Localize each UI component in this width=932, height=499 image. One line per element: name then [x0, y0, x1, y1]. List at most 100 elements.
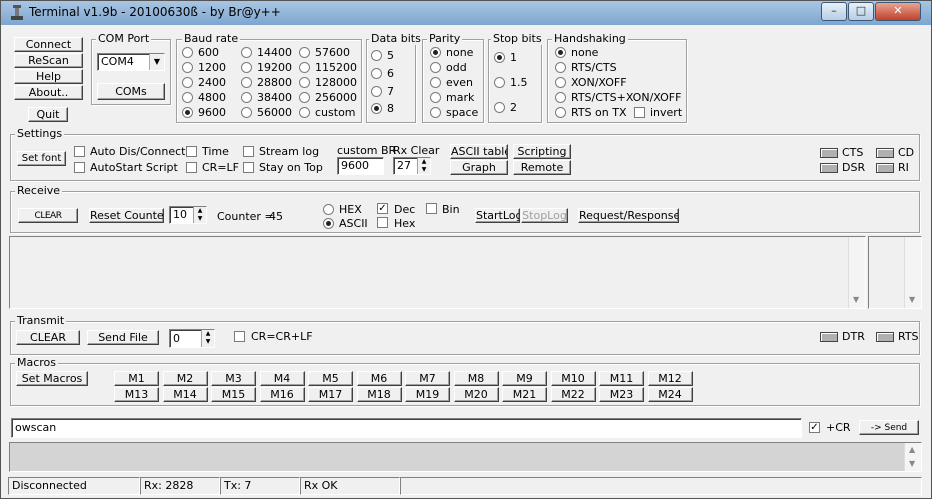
- close-button[interactable]: ✕: [875, 2, 921, 21]
- handshaking-radio-xon-xoff[interactable]: [555, 77, 566, 88]
- baud-rate-radio-115200[interactable]: [299, 62, 310, 73]
- handshaking-radio-none[interactable]: [555, 47, 566, 58]
- graph-button[interactable]: Graph: [450, 160, 508, 175]
- remote-button[interactable]: Remote: [513, 160, 571, 175]
- scroll-up-icon[interactable]: ▲: [909, 445, 915, 454]
- stop-bits-radio-2[interactable]: [494, 102, 505, 113]
- parity-radio-space[interactable]: [430, 107, 441, 118]
- macro-button-m2[interactable]: M2: [162, 371, 208, 386]
- macro-button-m17[interactable]: M17: [308, 387, 353, 402]
- receive-clear-button[interactable]: CLEAR: [18, 208, 78, 223]
- hex-radio[interactable]: [323, 204, 334, 215]
- data-bits-radio-6[interactable]: [371, 68, 382, 79]
- baud-rate-radio-19200[interactable]: [241, 62, 252, 73]
- parity-radio-even[interactable]: [430, 77, 441, 88]
- maximize-button[interactable]: □: [848, 2, 874, 21]
- transmit-input[interactable]: owscan: [11, 418, 802, 438]
- set-macros-button[interactable]: Set Macros: [16, 371, 88, 386]
- macro-button-m19[interactable]: M19: [405, 387, 450, 402]
- auto-dis-connect-checkbox[interactable]: [74, 146, 85, 157]
- macro-button-m16[interactable]: M16: [259, 387, 305, 402]
- bin-checkbox[interactable]: [426, 203, 437, 214]
- macro-button-m7[interactable]: M7: [405, 371, 450, 386]
- macro-button-m12[interactable]: M12: [647, 371, 693, 386]
- stop-bits-radio-1[interactable]: [494, 52, 505, 63]
- receive-side-display[interactable]: ▼: [868, 236, 922, 309]
- macro-button-m22[interactable]: M22: [550, 387, 596, 402]
- macro-button-m4[interactable]: M4: [259, 371, 305, 386]
- time-checkbox[interactable]: [186, 146, 197, 157]
- handshaking-radio-rts-cts[interactable]: [555, 62, 566, 73]
- baud-rate-radio-600[interactable]: [182, 47, 193, 58]
- baud-rate-radio-14400[interactable]: [241, 47, 252, 58]
- connect-button[interactable]: Connect: [14, 37, 83, 52]
- transmit-spinner[interactable]: ▲ ▼: [201, 330, 214, 347]
- baud-rate-radio-9600[interactable]: [182, 107, 193, 118]
- macro-button-m6[interactable]: M6: [356, 371, 402, 386]
- counter-spin-input[interactable]: 10 ▲ ▼: [169, 206, 207, 224]
- macro-button-m1[interactable]: M1: [114, 371, 159, 386]
- handshaking-radio-rts-on-tx[interactable]: [555, 107, 566, 118]
- baud-rate-radio-1200[interactable]: [182, 62, 193, 73]
- baud-rate-radio-57600[interactable]: [299, 47, 310, 58]
- macro-button-m14[interactable]: M14: [162, 387, 208, 402]
- rx-clear-spinner[interactable]: ▲ ▼: [417, 158, 430, 174]
- invert-checkbox[interactable]: [634, 107, 645, 118]
- parity-radio-mark[interactable]: [430, 92, 441, 103]
- macro-button-m3[interactable]: M3: [211, 371, 256, 386]
- hex-checkbox[interactable]: [377, 217, 388, 228]
- baud-rate-radio-2400[interactable]: [182, 77, 193, 88]
- chevron-down-icon[interactable]: ▼: [149, 54, 164, 70]
- macro-button-m9[interactable]: M9: [502, 371, 547, 386]
- stay-on-top-checkbox[interactable]: [243, 162, 254, 173]
- arrow-up-icon[interactable]: ▲: [198, 207, 203, 214]
- macro-button-m21[interactable]: M21: [502, 387, 547, 402]
- arrow-up-icon[interactable]: ▲: [206, 330, 211, 337]
- macro-button-m10[interactable]: M10: [550, 371, 596, 386]
- about-button[interactable]: About..: [14, 85, 83, 100]
- transmit-spin-input[interactable]: 0 ▲ ▼: [169, 329, 215, 348]
- send-file-button[interactable]: Send File: [87, 330, 159, 345]
- macro-button-m23[interactable]: M23: [599, 387, 644, 402]
- set-font-button[interactable]: Set font: [17, 151, 66, 166]
- scripting-button[interactable]: Scripting: [513, 144, 571, 159]
- arrow-up-icon[interactable]: ▲: [422, 158, 427, 165]
- startlog-button[interactable]: StartLog: [475, 208, 520, 223]
- baud-rate-radio-38400[interactable]: [241, 92, 252, 103]
- com-port-select[interactable]: COM4 ▼: [97, 53, 165, 71]
- macro-button-m24[interactable]: M24: [647, 387, 693, 402]
- stop-bits-radio-1-5[interactable]: [494, 77, 505, 88]
- help-button[interactable]: Help: [14, 69, 83, 84]
- data-bits-radio-8[interactable]: [371, 103, 382, 114]
- receive-display[interactable]: ▼: [9, 236, 866, 309]
- rescan-button[interactable]: ReScan: [14, 53, 83, 68]
- reset-counter-button[interactable]: Reset Counter: [89, 208, 164, 223]
- baud-rate-radio-256000[interactable]: [299, 92, 310, 103]
- stoplog-button[interactable]: StopLog: [521, 208, 568, 223]
- handshaking-radio-rts-cts-xon-xoff[interactable]: [555, 92, 566, 103]
- macro-button-m11[interactable]: M11: [599, 371, 644, 386]
- scroll-down-icon[interactable]: ▼: [853, 295, 859, 304]
- quit-button[interactable]: Quit: [28, 107, 68, 122]
- minimize-button[interactable]: –: [821, 2, 847, 21]
- scroll-down-icon[interactable]: ▼: [909, 295, 915, 304]
- ascii-table-button[interactable]: ASCII table: [450, 144, 508, 159]
- coms-button[interactable]: COMs: [97, 83, 165, 100]
- transmit-history[interactable]: ▲ ▼: [9, 442, 922, 472]
- request-response-button[interactable]: Request/Response: [578, 208, 679, 223]
- data-bits-radio-5[interactable]: [371, 50, 382, 61]
- macro-button-m8[interactable]: M8: [453, 371, 499, 386]
- arrow-down-icon[interactable]: ▼: [206, 338, 211, 345]
- baud-rate-radio-28800[interactable]: [241, 77, 252, 88]
- counter-spinner[interactable]: ▲ ▼: [193, 207, 206, 223]
- custom-br-input[interactable]: 9600: [337, 157, 384, 175]
- receive-side-scrollbar[interactable]: ▼: [904, 237, 921, 308]
- rx-clear-input[interactable]: 27 ▲ ▼: [393, 157, 431, 175]
- baud-rate-radio-custom[interactable]: [299, 107, 310, 118]
- macro-button-m5[interactable]: M5: [308, 371, 353, 386]
- baud-rate-radio-128000[interactable]: [299, 77, 310, 88]
- baud-rate-radio-56000[interactable]: [241, 107, 252, 118]
- transmit-history-scrollbar[interactable]: ▲ ▼: [904, 443, 921, 471]
- transmit-clear-button[interactable]: CLEAR: [16, 330, 80, 345]
- parity-radio-none[interactable]: [430, 47, 441, 58]
